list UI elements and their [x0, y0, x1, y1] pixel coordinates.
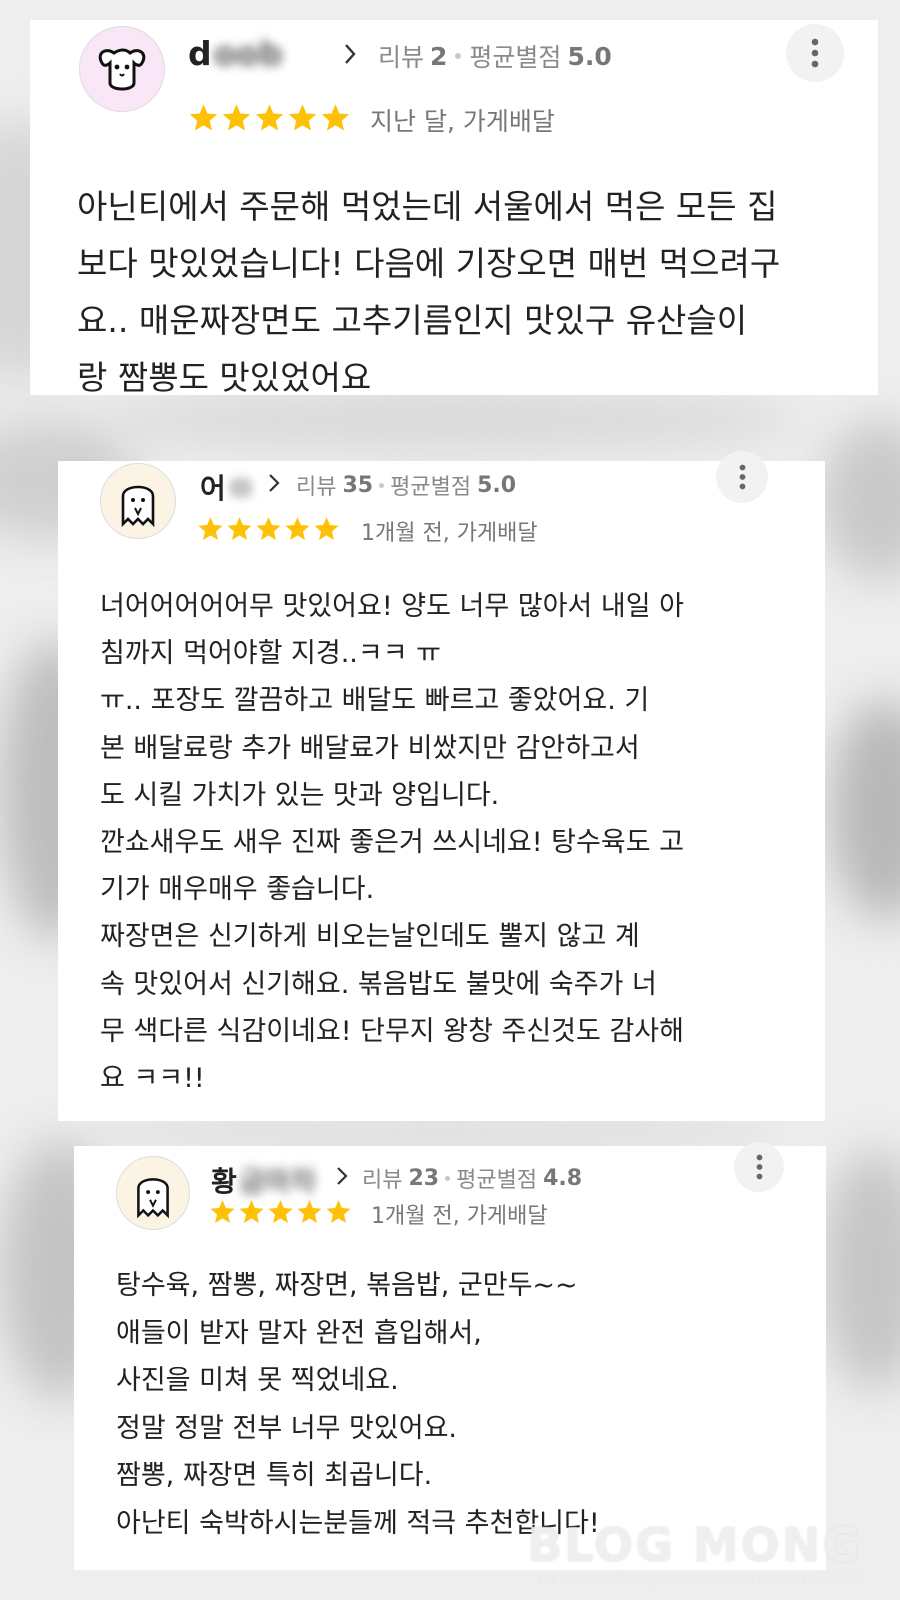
- review-card: d oob 리뷰 2 평균별점 5.0 지난 달, 가게배달 아닌티에서 주문해 먹었…: [30, 20, 878, 397]
- star-icon: [227, 517, 252, 540]
- review-time-and-type: 지난 달, 가게배달: [370, 107, 555, 136]
- avg-rating: 4.8: [543, 1165, 583, 1191]
- more-vertical-icon: [811, 38, 819, 68]
- avg-rating-label: 평균별점: [390, 475, 472, 500]
- review-card: 어ㅁ 리뷰 35 평균별점 5.0 1개월 전, 가게배달 너어어어어어무 맛있어요…: [58, 451, 825, 1121]
- avg-rating-label: 평균별점: [456, 1168, 538, 1193]
- review-count: 23: [408, 1165, 440, 1191]
- watermark-url: https://blog.naver.com/lyr5622: [536, 1568, 862, 1588]
- star-rating: [208, 1198, 353, 1226]
- chevron-right-icon[interactable]: [343, 43, 357, 65]
- ghost-avatar-icon[interactable]: [100, 463, 176, 539]
- chevron-right-icon[interactable]: [268, 473, 280, 493]
- avg-rating: 5.0: [567, 41, 612, 71]
- star-icon: [285, 517, 310, 540]
- star-icon: [189, 104, 218, 131]
- review-text: 아닌티에서 주문해 먹었는데 서울에서 먹은 모든 집 보다 맛있었습니다! 다…: [77, 187, 781, 397]
- reviewer-name-visible: 어: [200, 472, 226, 505]
- chevron-right-icon[interactable]: [336, 1166, 348, 1186]
- star-icon: [268, 1200, 293, 1223]
- star-rating: [187, 102, 352, 134]
- review-text: 탕수육, 짬뽕, 짜장면, 볶음밥, 군만두~~ 애들이 받자 말자 완전 흡입…: [116, 1270, 600, 1539]
- more-vertical-icon: [739, 464, 745, 490]
- star-icon: [297, 1200, 322, 1223]
- reviewer-name-masked: oob: [213, 34, 283, 73]
- ghost-avatar-icon[interactable]: [116, 1156, 190, 1230]
- star-icon: [326, 1200, 351, 1223]
- reviewer-name-masked: ㅁ: [227, 472, 254, 505]
- star-icon: [314, 517, 339, 540]
- more-options-button[interactable]: [734, 1142, 784, 1192]
- dog-avatar-icon[interactable]: [79, 26, 165, 112]
- separator-dot: [379, 482, 385, 488]
- more-options-button[interactable]: [716, 451, 768, 503]
- star-icon: [222, 104, 251, 131]
- more-options-button[interactable]: [786, 24, 844, 82]
- reviewer-name-visible: d: [188, 34, 212, 73]
- star-icon: [210, 1200, 235, 1223]
- reviewer-stats: 리뷰 23 평균별점 4.8: [362, 1162, 582, 1194]
- reviewer-name[interactable]: d oob: [188, 34, 283, 73]
- reviewer-name-visible: 황: [211, 1165, 237, 1198]
- review-text: 너어어어어어무 맛있어요! 양도 너무 많아서 내일 아 침까지 먹어야할 지경…: [100, 591, 684, 1095]
- reviewer-name[interactable]: 어ㅁ: [200, 467, 254, 507]
- review-card: 황 금마차 리뷰 23 평균별점 4.8 1개월 전, 가게배달 탕수육, 짬뽕, 짜…: [74, 1142, 826, 1570]
- separator-dot: [445, 1175, 451, 1181]
- review-count-label: 리뷰: [362, 1168, 403, 1193]
- review-count: 2: [430, 41, 448, 71]
- review-time-and-type: 1개월 전, 가게배달: [371, 1204, 548, 1229]
- star-icon: [255, 104, 284, 131]
- separator-dot: [455, 53, 462, 59]
- reviewer-stats: 리뷰 2 평균별점 5.0: [378, 38, 612, 74]
- star-icon: [288, 104, 317, 131]
- star-icon: [321, 104, 350, 131]
- star-icon: [256, 517, 281, 540]
- star-icon: [239, 1200, 264, 1223]
- avg-rating: 5.0: [477, 472, 517, 498]
- star-icon: [198, 517, 223, 540]
- review-count-label: 리뷰: [296, 475, 337, 500]
- reviewer-name-masked: 금마차: [238, 1165, 317, 1198]
- reviewer-stats: 리뷰 35 평균별점 5.0: [296, 469, 516, 501]
- review-time-and-type: 1개월 전, 가게배달: [361, 521, 538, 546]
- more-vertical-icon: [756, 1154, 762, 1180]
- review-count: 35: [342, 472, 374, 498]
- avg-rating-label: 평균별점: [469, 43, 562, 72]
- review-count-label: 리뷰: [378, 43, 425, 72]
- reviewer-name[interactable]: 황 금마차: [211, 1160, 316, 1200]
- star-rating: [196, 515, 341, 543]
